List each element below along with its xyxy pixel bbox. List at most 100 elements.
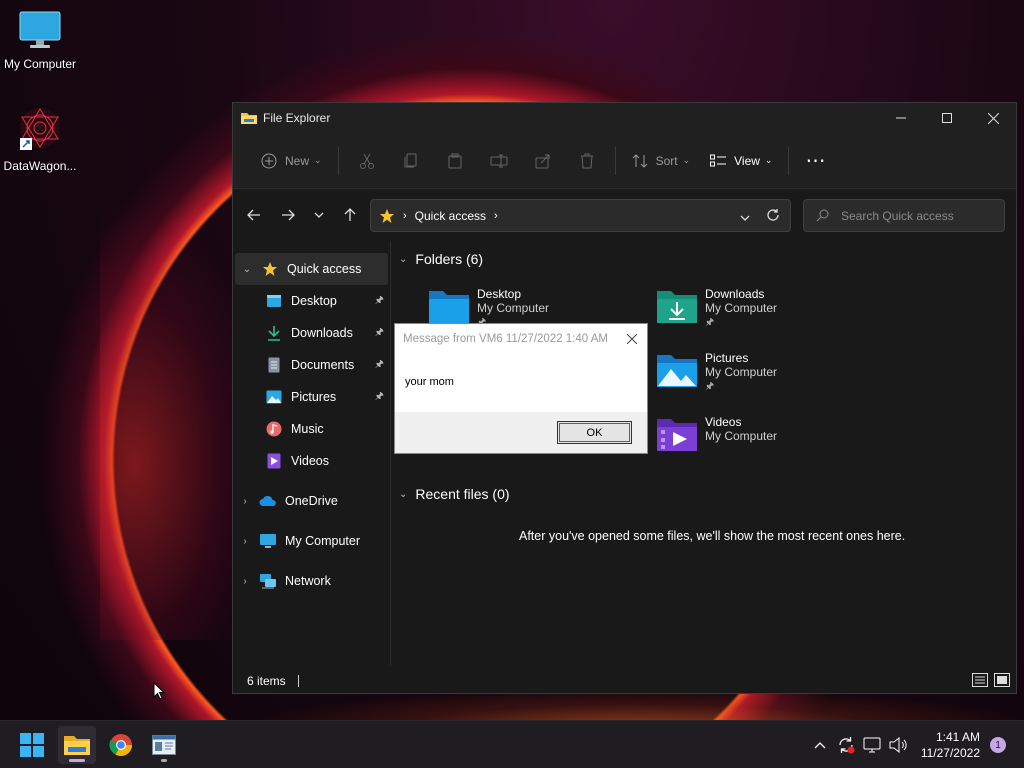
- delete-button[interactable]: [573, 145, 601, 177]
- arrow-right-icon: [282, 209, 295, 221]
- folder-name: Videos: [705, 415, 742, 429]
- sidebar-item-pictures[interactable]: Pictures 🖈: [233, 381, 390, 413]
- recent-header: Recent files (0): [415, 486, 510, 502]
- separator: [337, 146, 339, 175]
- sidebar-item-downloads[interactable]: Downloads 🖈: [233, 317, 390, 349]
- details-view-button[interactable]: [972, 673, 988, 690]
- folder-videos[interactable]: Videos My Computer: [655, 415, 777, 455]
- view-list-icon: [710, 154, 727, 166]
- music-icon: [263, 421, 285, 437]
- close-button[interactable]: [970, 103, 1016, 133]
- desktop-icon-label: My Computer: [3, 57, 77, 71]
- sidebar-item-videos[interactable]: Videos: [233, 445, 390, 477]
- volume-button[interactable]: [885, 737, 911, 753]
- refresh-button[interactable]: [766, 208, 780, 225]
- chevron-down-icon[interactable]: ⌄: [235, 264, 259, 275]
- system-tray: 1:41 AM 11/27/2022 1: [807, 721, 1024, 768]
- pictures-folder-icon: [655, 351, 699, 391]
- scissors-icon: [359, 153, 374, 169]
- search-box[interactable]: Search Quick access: [803, 199, 1005, 232]
- chrome-icon: [109, 734, 132, 756]
- recent-locations-button[interactable]: [305, 200, 333, 230]
- breadcrumb-quick-access[interactable]: Quick access: [415, 209, 486, 223]
- sidebar-item-desktop[interactable]: Desktop 🖈: [233, 285, 390, 317]
- sidebar-item-documents[interactable]: Documents 🖈: [233, 349, 390, 381]
- address-dropdown-button[interactable]: [740, 210, 750, 224]
- pin-icon[interactable]: 🖈: [375, 325, 384, 342]
- more-options-button[interactable]: ⋯: [795, 145, 836, 177]
- folder-icon: [241, 111, 257, 125]
- pin-icon[interactable]: 🖈: [375, 389, 384, 406]
- copy-button[interactable]: [397, 145, 425, 177]
- pin-icon: 🖈: [705, 381, 715, 392]
- share-icon: [535, 154, 550, 168]
- folder-location: My Computer: [705, 429, 778, 443]
- desktop-icon-my-computer[interactable]: My Computer: [0, 10, 80, 71]
- item-count: 6 items: [247, 674, 286, 688]
- paste-button[interactable]: [441, 145, 469, 177]
- dialog-title-bar[interactable]: Message from VM6 11/27/2022 1:40 AM: [395, 324, 647, 354]
- view-button[interactable]: View ⌄: [700, 145, 782, 177]
- notification-badge[interactable]: 1: [990, 737, 1006, 753]
- sidebar-item-my-computer[interactable]: › My Computer: [233, 525, 390, 557]
- sidebar-item-onedrive[interactable]: › OneDrive: [233, 485, 390, 517]
- maximize-button[interactable]: [924, 103, 970, 133]
- folder-downloads[interactable]: Downloads My Computer 🖈: [655, 287, 777, 332]
- rename-icon: [490, 154, 508, 167]
- recent-files-section-header[interactable]: ⌄ Recent files (0): [399, 486, 510, 502]
- large-icons-view-button[interactable]: [994, 673, 1010, 690]
- share-button[interactable]: [529, 145, 557, 177]
- back-button[interactable]: [237, 200, 271, 230]
- show-hidden-icons-button[interactable]: [807, 741, 833, 749]
- tray-sync-button[interactable]: [833, 736, 859, 754]
- sidebar-item-quick-access[interactable]: ⌄ Quick access: [235, 253, 388, 285]
- ok-button[interactable]: OK: [557, 421, 632, 444]
- sidebar-item-music[interactable]: Music: [233, 413, 390, 445]
- pin-icon[interactable]: 🖈: [375, 357, 384, 374]
- folders-section-header[interactable]: ⌄ Folders (6): [399, 251, 483, 267]
- chevron-right-icon[interactable]: ›: [233, 496, 257, 507]
- dialog-title: Message from VM6 11/27/2022 1:40 AM: [403, 333, 608, 345]
- details-view-icon: [972, 673, 988, 687]
- taskbar-app-window[interactable]: [145, 726, 183, 764]
- cut-button[interactable]: [353, 145, 381, 177]
- title-bar[interactable]: File Explorer: [233, 103, 1016, 133]
- pin-icon[interactable]: 🖈: [375, 293, 384, 310]
- folder-name: Pictures: [705, 351, 749, 365]
- sidebar-item-label: Videos: [291, 454, 329, 468]
- chevron-down-icon: [740, 215, 750, 221]
- rename-button[interactable]: [485, 145, 513, 177]
- trash-icon: [580, 153, 593, 168]
- taskbar-file-explorer[interactable]: [58, 726, 96, 764]
- chevron-right-icon[interactable]: ›: [233, 536, 257, 547]
- up-button[interactable]: [333, 200, 367, 230]
- minimize-button[interactable]: [878, 103, 924, 133]
- address-bar[interactable]: › Quick access ›: [370, 199, 791, 232]
- clock[interactable]: 1:41 AM 11/27/2022: [921, 729, 980, 761]
- network-status-button[interactable]: [859, 737, 885, 753]
- chevron-right-icon: ›: [494, 209, 498, 222]
- taskbar-chrome[interactable]: [102, 726, 140, 764]
- chevron-right-icon[interactable]: ›: [233, 576, 257, 587]
- forward-button[interactable]: [271, 200, 305, 230]
- sidebar-item-network[interactable]: › Network: [233, 565, 390, 597]
- desktop-icon-datawagon[interactable]: DataWagon...: [0, 106, 80, 173]
- sidebar-item-label: Desktop: [291, 294, 337, 308]
- monitor-icon: [0, 10, 80, 53]
- dialog-close-button[interactable]: [617, 331, 647, 347]
- new-button[interactable]: New ⌄: [251, 145, 332, 177]
- clock-date: 11/27/2022: [920, 746, 980, 760]
- network-icon: [257, 573, 279, 589]
- chevron-down-icon: ⌄: [764, 155, 773, 165]
- status-bar: 6 items: [233, 669, 1016, 693]
- chevron-down-icon: ⌄: [399, 253, 408, 265]
- cloud-icon: [257, 495, 279, 507]
- status-divider: [297, 675, 299, 687]
- more-dots-icon: ⋯: [805, 150, 827, 172]
- sort-button[interactable]: Sort ⌄: [622, 145, 701, 177]
- start-button[interactable]: [13, 726, 51, 764]
- folder-pictures[interactable]: Pictures My Computer 🖈: [655, 351, 777, 396]
- mouse-cursor-icon: [153, 681, 166, 703]
- computer-icon: [257, 533, 279, 549]
- datawagon-shortcut-icon: [0, 106, 80, 155]
